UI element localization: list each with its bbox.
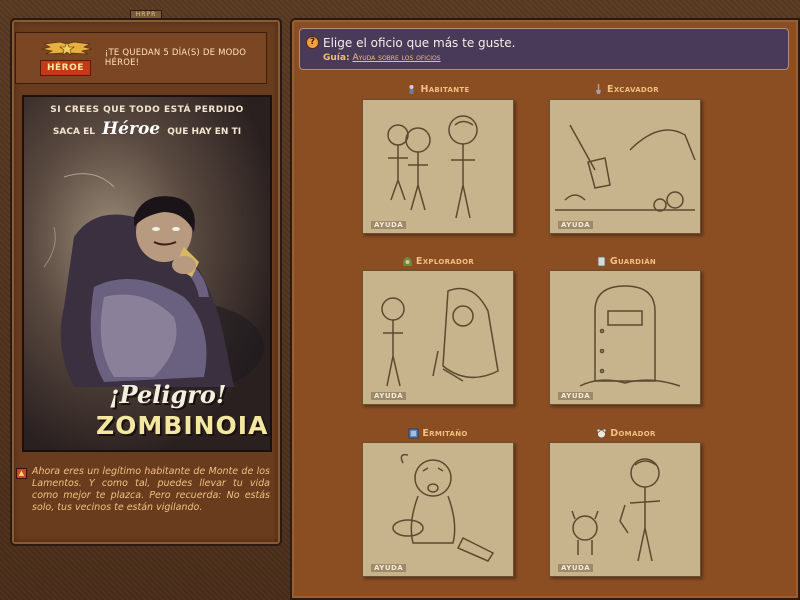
job-header: Explorador [358, 254, 518, 268]
excavador-illustration [550, 100, 700, 233]
dialog-guide: Guía: Ayuda sobre los oficios [323, 53, 441, 63]
hero-badge: HÉROE [40, 60, 91, 76]
job-header: Excavador [546, 82, 706, 96]
job-card-explorador[interactable]: AYUDA [362, 270, 514, 405]
poster-hero-word: Héroe [102, 119, 161, 139]
job-card-guardian[interactable]: AYUDA [549, 270, 701, 405]
shield-icon [596, 256, 607, 267]
job-card-habitante[interactable]: AYUDA [362, 99, 514, 234]
help-button[interactable]: AYUDA [558, 221, 594, 229]
poster-line2-pre: SACA EL [52, 127, 95, 137]
hero-poster[interactable]: SI CREES QUE TODO ESTÁ PERDIDO SACA EL H… [22, 95, 272, 452]
job-explorador[interactable]: Explorador [358, 254, 518, 268]
hood-icon [402, 256, 413, 267]
person-icon [406, 84, 417, 95]
poster-title-peligro: ¡Peligro! [109, 380, 227, 409]
guardian-illustration [550, 271, 700, 404]
habitante-illustration [363, 100, 513, 233]
job-name: Guardián [609, 255, 657, 267]
explorador-illustration [363, 271, 513, 404]
hero-emblem: HÉROE [40, 40, 93, 76]
poster-line1: SI CREES QUE TODO ESTÁ PERDIDO [50, 105, 244, 115]
job-name: Excavador [607, 83, 659, 95]
help-button[interactable]: AYUDA [371, 564, 407, 572]
job-habitante[interactable]: Habitante [358, 82, 518, 96]
poster-line2-post: QUE HAY EN TI [167, 127, 242, 137]
info-text: Ahora eres un legítimo habitante de Mont… [32, 466, 270, 513]
dog-icon [596, 428, 607, 439]
job-header: Habitante [358, 82, 518, 96]
hero-days-message: ¡TE QUEDAN 5 DÍA(S) DE MODO HÉROE! [104, 48, 247, 68]
help-icon: ? [306, 36, 319, 49]
ermitano-illustration [363, 443, 513, 576]
job-name: Ermitaño [422, 427, 468, 439]
job-header: Domador [546, 426, 706, 440]
job-name: Domador [610, 427, 656, 439]
instruction-dialog: ? Elige el oficio que más te guste. Guía… [299, 28, 789, 70]
poster-line2: SACA EL Héroe QUE HAY EN TI [24, 119, 270, 139]
job-domador[interactable]: Domador [546, 426, 706, 440]
job-card-excavador[interactable]: AYUDA [549, 99, 701, 234]
help-button[interactable]: AYUDA [371, 221, 407, 229]
guide-link[interactable]: Ayuda sobre los oficios [352, 53, 440, 63]
help-button[interactable]: AYUDA [371, 392, 407, 400]
info-icon: ▲ [16, 468, 27, 479]
book-icon [408, 428, 419, 439]
job-header: Guardián [546, 254, 706, 268]
wings-icon [41, 41, 93, 56]
job-card-ermitano[interactable]: AYUDA [362, 442, 514, 577]
job-name: Habitante [420, 83, 470, 95]
job-card-domador[interactable]: AYUDA [549, 442, 701, 577]
guide-label: Guía: [323, 53, 350, 63]
job-ermitano[interactable]: Ermitaño [358, 426, 518, 440]
job-header: Ermitaño [358, 426, 518, 440]
help-button[interactable]: AYUDA [558, 564, 594, 572]
help-button[interactable]: AYUDA [558, 392, 594, 400]
job-guardian[interactable]: Guardián [546, 254, 706, 268]
domador-illustration [550, 443, 700, 576]
dialog-title: Elige el oficio que más te guste. [323, 36, 516, 50]
job-name: Explorador [415, 255, 475, 267]
info-message: ▲ Ahora eres un legítimo habitante de Mo… [16, 466, 270, 514]
hero-status-bar: HÉROE ¡TE QUEDAN 5 DÍA(S) DE MODO HÉROE! [15, 32, 267, 84]
crouching-man-illustration [43, 173, 264, 392]
poster-title-zombinoia: ZOMBINOIA [96, 411, 269, 440]
shovel-icon [593, 83, 604, 95]
job-excavador[interactable]: Excavador [546, 82, 706, 96]
